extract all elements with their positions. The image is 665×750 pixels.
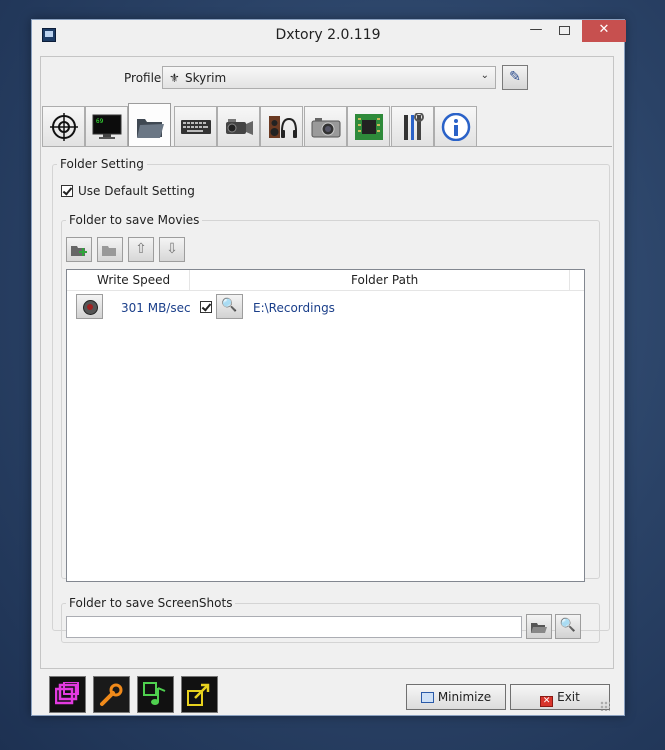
chevron-down-icon: ⌄ (480, 70, 489, 81)
camera-icon (311, 118, 341, 138)
tab-screenshot[interactable] (304, 106, 347, 146)
layers-icon (55, 682, 79, 705)
maximize-window-button[interactable] (550, 20, 578, 42)
record-icon (83, 300, 98, 315)
movies-folder-legend: Folder to save Movies (69, 213, 200, 227)
movie-folders-table: Write Speed Folder Path 301 MB/sec 🔍 E:\… (66, 269, 585, 582)
exit-icon: ✕ (540, 696, 554, 707)
screenshots-open-folder-button[interactable] (526, 614, 552, 639)
settings-tabs: 69 (42, 103, 614, 147)
edit-profile-button[interactable]: ✎ (502, 65, 528, 90)
tab-advanced[interactable] (391, 106, 434, 146)
tab-folder[interactable] (128, 103, 171, 147)
maximize-icon (558, 26, 570, 35)
tab-display[interactable]: 69 (85, 106, 128, 146)
export-icon (187, 683, 210, 706)
screenshots-folder-legend: Folder to save ScreenShots (69, 596, 233, 610)
tab-hotkeys[interactable] (174, 106, 217, 146)
svg-text:69: 69 (96, 118, 104, 125)
write-speed-value: 301 MB/sec (121, 301, 191, 315)
folder-path-value: E:\Recordings (253, 301, 335, 315)
music-note-icon (143, 682, 166, 705)
table-header: Write Speed Folder Path (67, 270, 584, 291)
folder-enabled-checkbox[interactable] (200, 301, 212, 313)
minimize-button[interactable]: Minimize (406, 684, 506, 710)
use-default-checkbox[interactable] (61, 184, 73, 197)
use-default-setting[interactable]: Use Default Setting (61, 183, 195, 198)
record-test-button[interactable] (76, 294, 103, 319)
tab-info[interactable] (434, 106, 477, 146)
tab-audio[interactable] (260, 106, 303, 146)
folder-icon (137, 119, 164, 138)
wrench-icon (100, 683, 123, 706)
minimize-icon (420, 692, 434, 703)
audio-tool-button[interactable] (137, 676, 174, 713)
minimize-window-button[interactable]: — (522, 20, 550, 42)
folder-settings-page: Folder Setting Use Default Setting Folde… (42, 146, 612, 668)
keyboard-icon (181, 120, 211, 134)
tab-movie[interactable] (217, 106, 260, 146)
profile-value: Skyrim (185, 71, 227, 85)
overlay-tool-button[interactable] (49, 676, 86, 713)
bottom-toolbar: Minimize ✕ Exit (40, 676, 614, 714)
move-up-button[interactable]: ⇧ (128, 237, 154, 262)
tab-codec[interactable] (347, 106, 390, 146)
skyrim-logo-icon: ⚜ (169, 71, 180, 85)
audio-icon (269, 116, 297, 138)
column-divider[interactable] (189, 270, 190, 290)
move-up-icon: ⇧ (135, 241, 147, 257)
video-camera-icon (226, 119, 253, 135)
movies-folder-group: Folder to save Movies ⇧ ⇩ Write Speed Fo… (61, 213, 600, 582)
resize-grip[interactable] (600, 701, 610, 711)
minimize-label: Minimize (437, 690, 492, 704)
title-bar[interactable]: Dxtory 2.0.119 — ✕ (32, 20, 626, 50)
magnifier-icon: 🔍 (559, 618, 577, 633)
monitor-icon: 69 (92, 114, 122, 139)
close-window-button[interactable]: ✕ (582, 20, 626, 42)
add-folder-button[interactable] (66, 237, 92, 262)
folder-setting-group: Folder Setting Use Default Setting Folde… (52, 157, 610, 643)
tab-target[interactable] (42, 106, 85, 146)
add-folder-icon (71, 246, 87, 256)
main-panel: Profile ⚜ Skyrim ⌄ ✎ 69 Folder Setting U… (40, 56, 614, 669)
remove-folder-button[interactable] (97, 237, 123, 262)
table-row[interactable]: 301 MB/sec 🔍 E:\Recordings (67, 292, 584, 322)
pencil-icon: ✎ (509, 69, 521, 85)
target-icon (50, 113, 78, 141)
app-window: Dxtory 2.0.119 — ✕ Profile ⚜ Skyrim ⌄ ✎ (31, 19, 626, 716)
move-down-button[interactable]: ⇩ (159, 237, 185, 262)
folder-setting-legend: Folder Setting (60, 157, 144, 171)
screenshots-folder-group: Folder to save ScreenShots 🔍 (61, 596, 600, 643)
info-icon (441, 113, 471, 141)
profile-label: Profile (124, 71, 162, 85)
move-down-icon: ⇩ (166, 241, 178, 257)
exit-label: Exit (557, 690, 580, 704)
open-folder-icon (531, 623, 547, 633)
magnifier-icon: 🔍 (221, 298, 238, 313)
browse-folder-button[interactable]: 🔍 (216, 294, 243, 319)
remove-folder-icon (102, 246, 116, 256)
chip-icon (355, 114, 383, 140)
screenshots-browse-button[interactable]: 🔍 (555, 614, 581, 639)
export-tool-button[interactable] (181, 676, 218, 713)
column-folder-path[interactable]: Folder Path (351, 273, 418, 287)
profile-dropdown[interactable]: ⚜ Skyrim ⌄ (162, 66, 496, 89)
use-default-label: Use Default Setting (78, 183, 195, 198)
tools-icon (404, 113, 424, 140)
screenshots-path-input[interactable] (66, 616, 522, 638)
settings-tool-button[interactable] (93, 676, 130, 713)
column-write-speed[interactable]: Write Speed (97, 273, 170, 287)
exit-button[interactable]: ✕ Exit (510, 684, 610, 710)
column-divider[interactable] (569, 270, 570, 290)
